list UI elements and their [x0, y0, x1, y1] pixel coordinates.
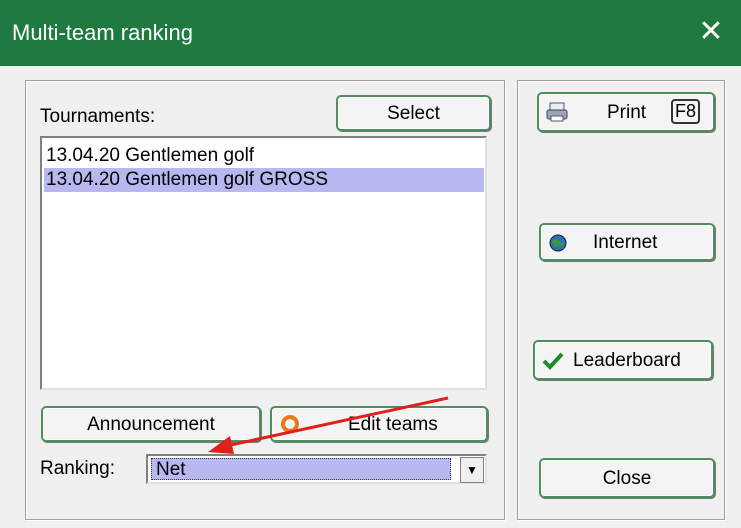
printer-icon	[545, 101, 569, 129]
annotation-arrow	[208, 396, 449, 454]
ranking-label: Ranking:	[40, 458, 115, 479]
list-item-selected[interactable]: 13.04.20 Gentlemen golf GROSS	[44, 168, 484, 192]
print-button[interactable]: Print F8	[537, 92, 715, 132]
close-button[interactable]: Close	[539, 458, 715, 498]
tournaments-listbox[interactable]: 13.04.20 Gentlemen golf 13.04.20 Gentlem…	[40, 136, 487, 390]
dialog-body: Tournaments: Select 13.04.20 Gentlemen g…	[0, 66, 741, 528]
print-button-label: Print	[607, 102, 647, 123]
internet-button-label: Internet	[593, 232, 658, 253]
checkmark-icon	[541, 350, 565, 378]
leaderboard-button-label: Leaderboard	[573, 350, 681, 371]
select-button[interactable]: Select	[336, 95, 491, 131]
print-shortcut-badge: F8	[671, 99, 701, 124]
list-item[interactable]: 13.04.20 Gentlemen golf	[44, 144, 484, 168]
select-button-label: Select	[387, 103, 440, 124]
globe-icon	[548, 233, 568, 259]
close-button-label: Close	[602, 468, 652, 489]
internet-button[interactable]: Internet	[539, 223, 715, 261]
tournaments-label: Tournaments:	[40, 106, 155, 128]
leaderboard-button[interactable]: Leaderboard	[533, 340, 713, 380]
title-bar: Multi-team ranking ✕	[0, 0, 741, 66]
actions-groupbox	[517, 80, 725, 520]
tournaments-label-text: Tournaments:	[40, 106, 156, 127]
close-window-icon[interactable]: ✕	[693, 12, 729, 52]
window-title: Multi-team ranking	[12, 20, 193, 45]
